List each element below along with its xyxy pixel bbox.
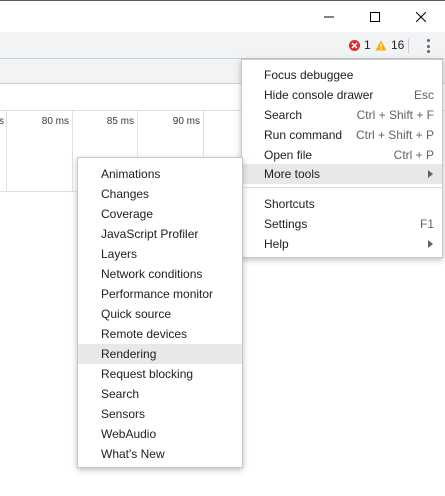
submenu-item-remote-devices[interactable]: Remote devices [78,324,242,344]
tick-label: s [0,116,4,127]
menu-item-label: Settings [264,217,308,231]
maximize-icon [370,11,380,22]
devtools-toolbar: 1 16 [0,32,445,59]
menu-item-more-tools[interactable]: More tools [242,164,442,184]
submenu-item-label: Request blocking [101,367,194,381]
menu-item-shortcut: Ctrl + P [393,148,434,162]
menu-separator [242,187,442,188]
submenu-item-animations[interactable]: Animations [78,164,242,184]
more-tools-submenu: Animations Changes Coverage JavaScript P… [77,157,243,468]
submenu-item-label: Layers [101,247,138,261]
submenu-item-webaudio[interactable]: WebAudio [78,424,242,444]
submenu-item-layers[interactable]: Layers [78,244,242,264]
error-count: 1 [364,38,371,52]
submenu-item-label: Search [101,387,140,401]
tick-line [6,111,7,191]
menu-item-shortcut: Esc [413,88,434,102]
menu-item-shortcut: F1 [419,217,434,231]
tick-label: 90 ms [172,116,200,127]
menu-item-label: Open file [264,148,313,162]
close-button[interactable] [398,1,444,32]
close-icon [416,11,426,22]
warning-icon [375,40,387,50]
kebab-dot [426,39,430,42]
menu-item-shortcut: Ctrl + Shift + P [355,128,434,142]
submenu-item-quick-source[interactable]: Quick source [78,304,242,324]
submenu-item-label: Sensors [101,407,146,421]
menu-item-settings[interactable]: Settings F1 [242,214,442,234]
devtools-window: 1 16 s 80 ms 85 ms 90 ms Focus debuggee … [0,0,445,496]
menu-item-label: Search [264,108,303,122]
menu-item-label: Help [264,237,289,251]
submenu-item-label: Coverage [101,207,154,221]
menu-item-focus-debuggee[interactable]: Focus debuggee [242,65,442,85]
customize-menu-button[interactable] [420,38,436,54]
customize-menu: Focus debuggee Hide console drawer Esc S… [241,59,443,258]
submenu-item-javascript-profiler[interactable]: JavaScript Profiler [78,224,242,244]
menu-item-label: Focus debuggee [264,68,354,82]
menu-item-run-command[interactable]: Run command Ctrl + Shift + P [242,125,442,145]
menu-item-label: Run command [264,128,343,142]
submenu-item-label: Rendering [101,347,157,361]
submenu-item-label: Performance monitor [101,287,214,301]
tick-label: 80 ms [41,116,69,127]
submenu-item-network-conditions[interactable]: Network conditions [78,264,242,284]
warning-counter[interactable]: 16 [375,38,404,52]
submenu-item-label: Animations [101,167,161,181]
submenu-arrow-icon [428,240,433,248]
tick-line [72,111,73,191]
submenu-item-rendering[interactable]: Rendering [78,344,242,364]
submenu-item-whats-new[interactable]: What's New [78,444,242,464]
error-icon [349,39,360,51]
submenu-item-label: Network conditions [101,267,203,281]
submenu-item-search[interactable]: Search [78,384,242,404]
menu-item-hide-console-drawer[interactable]: Hide console drawer Esc [242,85,442,105]
error-counter[interactable]: 1 [349,38,371,52]
submenu-item-changes[interactable]: Changes [78,184,242,204]
toolbar-divider [408,39,409,53]
submenu-item-label: Quick source [101,307,172,321]
submenu-item-label: JavaScript Profiler [101,227,199,241]
submenu-arrow-icon [428,170,433,178]
submenu-item-label: Changes [101,187,150,201]
submenu-item-coverage[interactable]: Coverage [78,204,242,224]
submenu-item-request-blocking[interactable]: Request blocking [78,364,242,384]
minimize-button[interactable] [306,1,352,32]
kebab-dot [426,44,430,48]
submenu-item-sensors[interactable]: Sensors [78,404,242,424]
menu-item-label: Hide console drawer [264,88,374,102]
submenu-item-label: What's New [101,447,165,461]
menu-item-search[interactable]: Search Ctrl + Shift + F [242,105,442,125]
menu-item-shortcuts[interactable]: Shortcuts [242,194,442,214]
kebab-dot [426,50,430,53]
title-bar [0,0,445,32]
maximize-button[interactable] [352,1,398,32]
minimize-icon [324,16,334,17]
submenu-item-label: Remote devices [101,327,188,341]
menu-item-shortcut: Ctrl + Shift + F [356,108,434,122]
menu-item-help[interactable]: Help [242,234,442,254]
submenu-item-label: WebAudio [101,427,157,441]
warning-count: 16 [391,38,405,52]
tick-label: 85 ms [106,116,134,127]
menu-item-label: More tools [264,167,321,181]
menu-item-open-file[interactable]: Open file Ctrl + P [242,145,442,165]
menu-item-label: Shortcuts [264,197,315,211]
submenu-item-performance-monitor[interactable]: Performance monitor [78,284,242,304]
